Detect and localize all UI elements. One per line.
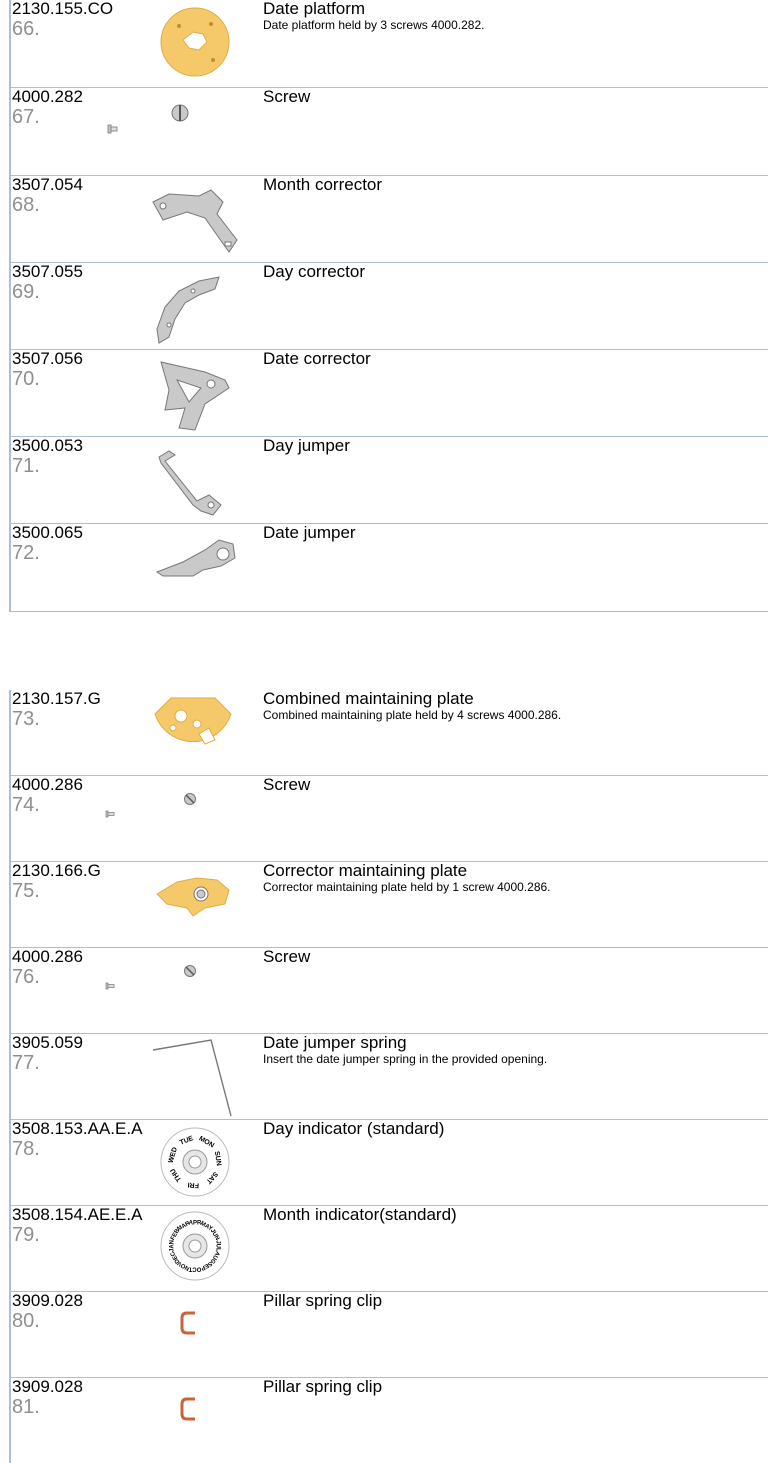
part-row: 3905.059 77. Date jumper spring Insert t… (11, 1033, 768, 1120)
item-number: 73. (12, 708, 40, 730)
date-jumper-icon (153, 536, 243, 578)
part-row: 3507.054 68. Month corrector (11, 175, 768, 264)
disc-label: FRI (187, 1181, 199, 1189)
part-title: Month corrector (263, 175, 383, 194)
date-platform-icon (159, 6, 231, 78)
item-number: 72. (12, 542, 40, 564)
part-reference: 3507.056 (12, 349, 83, 368)
part-title: Date jumper (263, 523, 356, 542)
item-number: 76. (12, 966, 40, 988)
part-row: 2130.157.G 73. Combined maintaining plat… (11, 689, 768, 778)
item-number: 75. (12, 880, 40, 902)
item-number: 71. (12, 455, 40, 477)
screw-icon (169, 102, 191, 124)
day-jumper-icon (151, 445, 231, 517)
item-number: 66. (12, 18, 40, 40)
part-title: Day corrector (263, 262, 366, 281)
part-row: 4000.282 67. Screw (11, 87, 768, 176)
day-corrector-icon (155, 273, 225, 347)
part-row: 3909.028 80. Pillar spring clip (11, 1291, 768, 1378)
part-row: 3507.055 69. Day corrector (11, 262, 768, 350)
part-title: Day indicator (standard) (263, 1119, 445, 1138)
screw-icon (183, 964, 197, 978)
day-disc-icon: MON SUN SAT FRI THU WED TUE (159, 1126, 231, 1198)
part-row: 3507.056 70. Date corrector (11, 349, 768, 437)
part-title: Pillar spring clip (263, 1291, 383, 1310)
part-description: Date platform held by 3 screws 4000.282. (263, 18, 485, 32)
part-reference: 4000.286 (12, 775, 83, 794)
part-title: Screw (263, 775, 311, 794)
screw-side-icon (107, 124, 119, 134)
item-number: 81. (12, 1396, 40, 1418)
part-title: Screw (263, 947, 311, 966)
part-reference: 4000.286 (12, 947, 83, 966)
part-reference: 3909.028 (12, 1291, 83, 1310)
part-title: Date platform (263, 0, 366, 18)
part-row: 3500.053 71. Day jumper (11, 436, 768, 524)
part-reference: 3508.153.AA.E.A (12, 1119, 143, 1138)
spring-clip-icon (179, 1310, 199, 1336)
item-number: 68. (12, 194, 40, 216)
part-row: 3508.154.AE.E.A 79. JAN FEB MAR APR MAY JUN JU… (11, 1205, 768, 1292)
screw-side-icon (105, 982, 115, 990)
part-reference: 4000.282 (12, 87, 83, 106)
part-reference: 3909.028 (12, 1377, 83, 1396)
item-number: 78. (12, 1138, 40, 1160)
maintaining-plate-icon (151, 694, 235, 778)
part-reference: 3507.054 (12, 175, 83, 194)
part-title: Month indicator(standard) (263, 1205, 457, 1224)
item-number: 79. (12, 1224, 40, 1246)
part-row: 2130.155.CO 66. Date platform Date platf… (11, 0, 768, 88)
part-description: Corrector maintaining plate held by 1 sc… (263, 880, 551, 894)
spring-clip-icon (179, 1396, 199, 1422)
parts-group-1: 2130.155.CO 66. Date platform Date platf… (9, 0, 768, 612)
part-row: 3508.153.AA.E.A 78. MON SUN SAT FRI THU WED TU… (11, 1119, 768, 1206)
item-number: 67. (12, 106, 40, 128)
screw-side-icon (105, 810, 115, 818)
parts-group-2: 2130.157.G 73. Combined maintaining plat… (9, 689, 768, 1463)
screw-icon (183, 792, 197, 806)
part-reference: 3500.053 (12, 436, 83, 455)
part-reference: 2130.166.G (12, 861, 101, 880)
part-title: Day jumper (263, 436, 350, 455)
part-row: 4000.286 74. Screw (11, 775, 768, 862)
part-title: Corrector maintaining plate (263, 861, 468, 880)
month-disc-icon: JAN FEB MAR APR MAY JUN JUL AUG SEP OCT NOV DEC (159, 1210, 231, 1282)
part-reference: 3905.059 (12, 1033, 83, 1052)
part-row: 2130.166.G 75. Corrector maintaining pla… (11, 861, 768, 948)
part-reference: 3500.065 (12, 523, 83, 542)
part-description: Insert the date jumper spring in the pro… (263, 1052, 548, 1066)
part-reference: 3507.055 (12, 262, 83, 281)
part-reference: 3508.154.AE.E.A (12, 1205, 143, 1224)
item-number: 77. (12, 1052, 40, 1074)
month-corrector-icon (147, 184, 243, 264)
part-description: Combined maintaining plate held by 4 scr… (263, 708, 562, 722)
corrector-plate-icon (153, 872, 237, 920)
part-row: 4000.286 76. Screw (11, 947, 768, 1034)
part-row: 3909.028 81. Pillar spring clip (11, 1377, 768, 1463)
part-reference: 2130.157.G (12, 689, 101, 708)
item-number: 69. (12, 281, 40, 303)
part-title: Combined maintaining plate (263, 689, 474, 708)
spring-icon (151, 1038, 233, 1120)
part-title: Date jumper spring (263, 1033, 407, 1052)
part-title: Screw (263, 87, 311, 106)
date-corrector-icon (155, 358, 237, 436)
item-number: 74. (12, 794, 40, 816)
part-reference: 2130.155.CO (12, 0, 114, 18)
part-title: Date corrector (263, 349, 371, 368)
part-title: Pillar spring clip (263, 1377, 383, 1396)
item-number: 70. (12, 368, 40, 390)
part-row: 3500.065 72. Date jumper (11, 523, 768, 612)
item-number: 80. (12, 1310, 40, 1332)
